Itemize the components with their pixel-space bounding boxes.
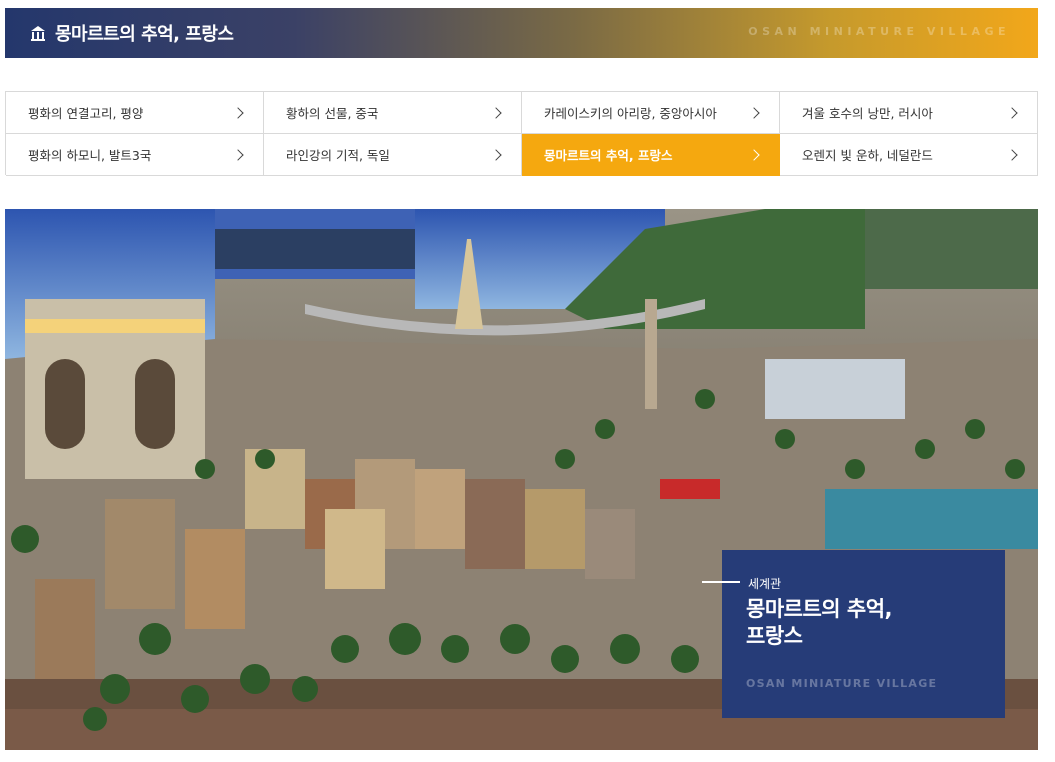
tab-label: 카레이스키의 아리랑, 중앙아시아	[544, 106, 717, 121]
caption-category: 세계관	[748, 577, 782, 591]
caption-title: 몽마르트의 추억, 프랑스	[746, 596, 986, 650]
chevron-right-icon	[232, 106, 244, 119]
chevron-right-icon	[748, 106, 760, 119]
tab-label: 몽마르트의 추억, 프랑스	[544, 148, 673, 163]
tab-label: 겨울 호수의 낭만, 러시아	[802, 106, 933, 121]
tab-label: 평화의 하모니, 발트3국	[28, 148, 152, 163]
caption-title-line1: 몽마르트의 추억,	[746, 597, 893, 621]
chevron-right-icon	[1006, 106, 1018, 119]
page-header: 몽마르트의 추억, 프랑스 OSAN MINIATURE VILLAGE	[5, 8, 1038, 58]
tab-france[interactable]: 몽마르트의 추억, 프랑스	[522, 134, 780, 176]
tab-central-asia[interactable]: 카레이스키의 아리랑, 중앙아시아	[522, 92, 780, 134]
chevron-right-icon	[1006, 148, 1018, 161]
chevron-right-icon	[748, 148, 760, 161]
tab-label: 오렌지 빛 운하, 네덜란드	[802, 148, 933, 163]
tab-label: 평화의 연결고리, 평양	[28, 106, 144, 121]
tab-label: 라인강의 기적, 독일	[286, 148, 390, 163]
chevron-right-icon	[232, 148, 244, 161]
caption-title-line2: 프랑스	[746, 624, 803, 648]
caption-divider	[702, 581, 740, 583]
header-watermark: OSAN MINIATURE VILLAGE	[748, 25, 1010, 38]
tab-russia[interactable]: 겨울 호수의 낭만, 러시아	[780, 92, 1038, 134]
chevron-right-icon	[490, 106, 502, 119]
caption-card: 세계관 몽마르트의 추억, 프랑스 OSAN MINIATURE VILLAGE	[702, 550, 1005, 718]
tab-label: 황하의 선물, 중국	[286, 106, 379, 121]
chevron-right-icon	[490, 148, 502, 161]
tab-netherlands[interactable]: 오렌지 빛 운하, 네덜란드	[780, 134, 1038, 176]
building-icon	[29, 24, 47, 42]
tab-china[interactable]: 황하의 선물, 중국	[264, 92, 522, 134]
tab-germany[interactable]: 라인강의 기적, 독일	[264, 134, 522, 176]
caption-watermark: OSAN MINIATURE VILLAGE	[746, 677, 938, 690]
tab-pyongyang[interactable]: 평화의 연결고리, 평양	[6, 92, 264, 134]
region-tabs: 평화의 연결고리, 평양 황하의 선물, 중국 카레이스키의 아리랑, 중앙아시…	[5, 91, 1038, 176]
page-title: 몽마르트의 추억, 프랑스	[55, 24, 234, 45]
tab-baltic[interactable]: 평화의 하모니, 발트3국	[6, 134, 264, 176]
